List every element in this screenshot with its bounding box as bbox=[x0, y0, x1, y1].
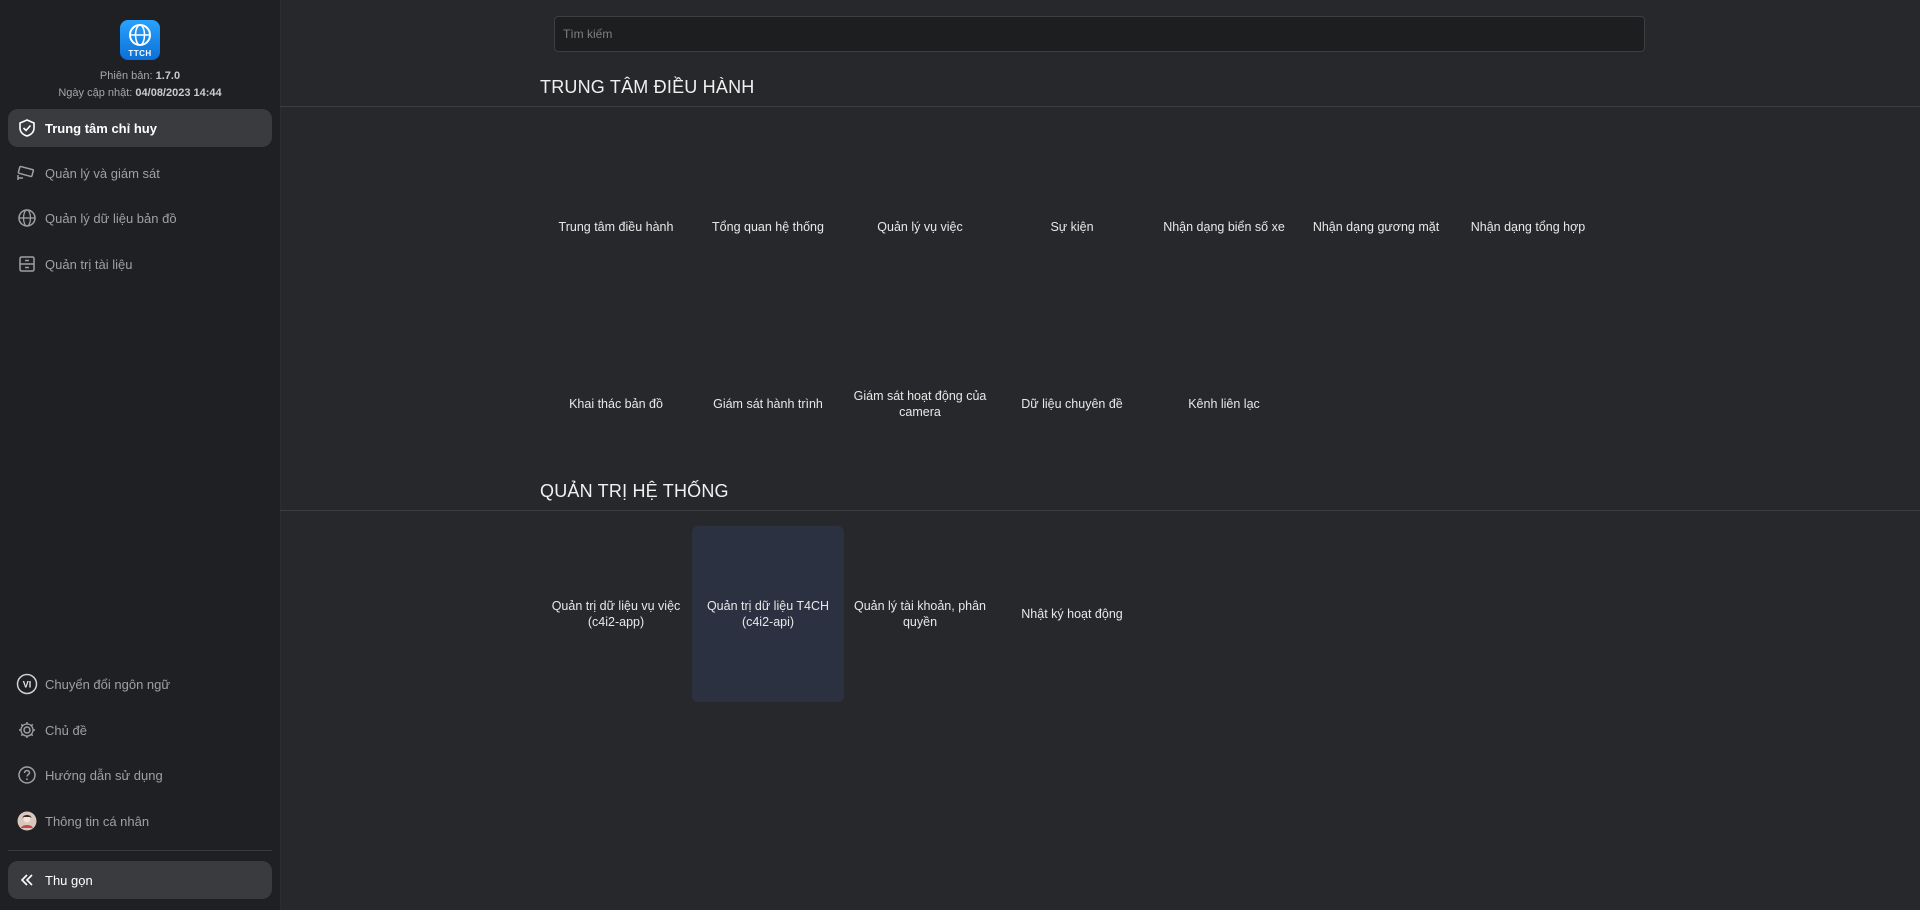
chevrons-left-icon bbox=[16, 869, 38, 891]
tile-journey-monitoring[interactable]: Giám sát hành trình bbox=[692, 316, 844, 492]
updated-value: 04/08/2023 14:44 bbox=[135, 87, 222, 99]
sidebar-item-label: Thông tin cá nhân bbox=[45, 813, 150, 829]
tile-label: Nhận dạng gương mặt bbox=[1312, 220, 1440, 234]
sidebar-item-label: Hướng dẫn sử dụng bbox=[45, 767, 163, 783]
tile-license-plate-recognition[interactable]: Nhận dạng biển số xe bbox=[1148, 139, 1300, 315]
section-title-system-admin: QUẢN TRỊ HỆ THỐNG bbox=[540, 481, 729, 501]
updated-label: Ngày cập nhật: bbox=[58, 87, 133, 99]
tile-face-recognition[interactable]: Nhận dạng gương mặt bbox=[1300, 139, 1452, 315]
tile-combined-recognition[interactable]: Nhận dạng tổng hợp bbox=[1452, 139, 1604, 315]
tile-label: Nhận dạng biển số xe bbox=[1163, 220, 1285, 234]
logo-text: TTCH bbox=[128, 49, 152, 58]
tile-activity-log[interactable]: Nhật ký hoạt động bbox=[996, 526, 1148, 702]
tile-label: Kênh liên lạc bbox=[1188, 397, 1260, 411]
help-circle-icon bbox=[16, 764, 38, 786]
tile-case-management[interactable]: Quản lý vụ việc bbox=[844, 139, 996, 315]
sidebar-item-label: Quản lý dữ liệu bản đồ bbox=[45, 210, 177, 226]
tile-operations-center[interactable]: Trung tâm điều hành bbox=[540, 139, 692, 315]
tile-label: Quản trị dữ liệu T4CH (c4i2-api) bbox=[706, 599, 830, 629]
tile-label: Nhận dạng tổng hợp bbox=[1470, 220, 1586, 234]
cctv-camera-icon bbox=[16, 162, 38, 184]
tile-t4ch-data-admin[interactable]: Quản trị dữ liệu T4CH (c4i2-api) bbox=[692, 526, 844, 702]
tile-communication-channel[interactable]: Kênh liên lạc bbox=[1148, 316, 1300, 492]
tile-label: Giám sát hành trình bbox=[713, 397, 823, 411]
sidebar-item-command-center[interactable]: Trung tâm chỉ huy bbox=[8, 109, 272, 147]
sidebar-item-help[interactable]: Hướng dẫn sử dụng bbox=[8, 756, 272, 794]
tile-map-exploitation[interactable]: Khai thác bản đồ bbox=[540, 316, 692, 492]
section-divider bbox=[280, 106, 1920, 107]
tile-label: Sự kiện bbox=[1050, 220, 1094, 234]
collapse-button[interactable]: Thu gọn bbox=[8, 861, 272, 899]
search-input[interactable] bbox=[554, 16, 1645, 52]
tile-case-data-admin[interactable]: Quản trị dữ liệu vụ việc (c4i2-app) bbox=[540, 526, 692, 702]
version-label: Phiên bản: bbox=[99, 70, 153, 82]
tile-account-permission-management[interactable]: Quản lý tài khoản, phân quyền bbox=[844, 526, 996, 702]
tile-label: Quản trị dữ liệu vụ việc (c4i2-app) bbox=[551, 599, 681, 629]
app-logo[interactable]: TTCH bbox=[120, 20, 160, 60]
sidebar-item-monitoring[interactable]: Quản lý và giám sát bbox=[8, 154, 272, 192]
sidebar-item-label: Chủ đề bbox=[45, 722, 87, 738]
sidebar-item-language[interactable]: VI Chuyển đổi ngôn ngữ bbox=[8, 665, 272, 703]
version-value: 1.7.0 bbox=[155, 70, 181, 82]
sidebar-item-map-data[interactable]: Quản lý dữ liệu bản đồ bbox=[8, 199, 272, 237]
sidebar-item-profile[interactable]: Thông tin cá nhân bbox=[8, 802, 272, 840]
collapse-label: Thu gọn bbox=[45, 872, 93, 888]
sidebar-item-documents[interactable]: Quản trị tài liệu bbox=[8, 245, 272, 283]
globe-icon bbox=[16, 207, 38, 229]
sidebar-item-label: Chuyển đổi ngôn ngữ bbox=[45, 676, 171, 692]
archive-icon bbox=[16, 253, 38, 275]
sidebar-divider bbox=[8, 850, 272, 851]
tile-label: Nhật ký hoạt động bbox=[1021, 607, 1123, 621]
sidebar: TTCH Phiên bản: 1.7.0 Ngày cập nhật: 04/… bbox=[0, 0, 281, 910]
tile-camera-activity-monitoring[interactable]: Giám sát hoạt động của camera bbox=[844, 316, 996, 492]
tile-system-overview[interactable]: Tổng quan hệ thống bbox=[692, 139, 844, 315]
gear-icon bbox=[16, 719, 38, 741]
tile-label: Quản lý tài khoản, phân quyền bbox=[853, 599, 987, 629]
language-vi-icon: VI bbox=[16, 673, 38, 695]
tile-label: Tổng quan hệ thống bbox=[712, 220, 824, 234]
tile-label: Khai thác bản đồ bbox=[569, 397, 663, 411]
sidebar-item-label: Quản lý và giám sát bbox=[45, 165, 160, 181]
globe-logo-icon bbox=[129, 24, 151, 46]
tile-label: Giám sát hoạt động của camera bbox=[853, 389, 987, 419]
sidebar-item-label: Quản trị tài liệu bbox=[45, 256, 133, 272]
tile-thematic-data[interactable]: Dữ liệu chuyên đề bbox=[996, 316, 1148, 492]
version-info: Phiên bản: 1.7.0 Ngày cập nhật: 04/08/20… bbox=[0, 68, 280, 102]
sidebar-item-label: Trung tâm chỉ huy bbox=[45, 120, 157, 136]
avatar-icon bbox=[16, 810, 38, 832]
tile-label: Dữ liệu chuyên đề bbox=[1021, 397, 1123, 411]
brand: TTCH Phiên bản: 1.7.0 Ngày cập nhật: 04/… bbox=[0, 20, 280, 102]
section-title-operations: TRUNG TÂM ĐIỀU HÀNH bbox=[540, 77, 755, 97]
tile-events[interactable]: Sự kiện bbox=[996, 139, 1148, 315]
tile-label: Quản lý vụ việc bbox=[877, 220, 963, 234]
sidebar-item-theme[interactable]: Chủ đề bbox=[8, 711, 272, 749]
shield-check-icon bbox=[16, 117, 38, 139]
language-badge: VI bbox=[23, 680, 32, 690]
section-divider bbox=[280, 510, 1920, 511]
tile-label: Trung tâm điều hành bbox=[558, 220, 674, 234]
